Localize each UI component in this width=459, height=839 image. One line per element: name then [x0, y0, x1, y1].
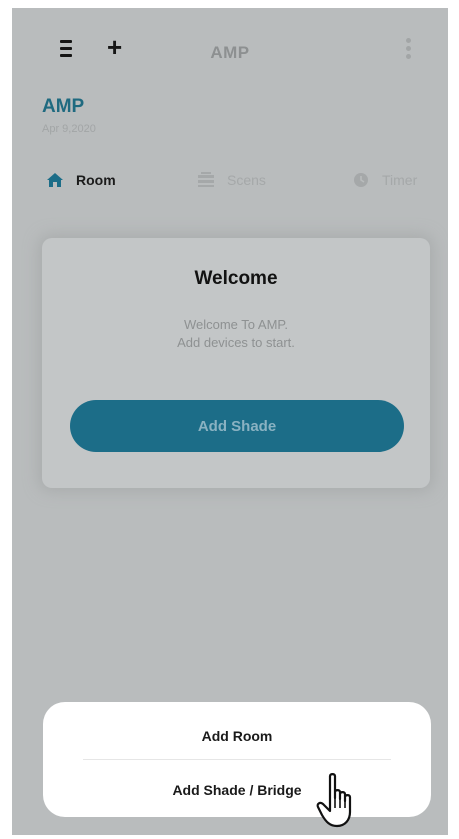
hand-pointer-cursor-icon	[316, 773, 352, 828]
vertical-ellipsis-icon[interactable]	[404, 38, 412, 64]
tab-scenes[interactable]: Scens	[197, 168, 266, 192]
home-date: Apr 9,2020	[42, 123, 96, 135]
tab-timers[interactable]: Timer	[352, 168, 417, 192]
welcome-title: Welcome	[194, 268, 278, 289]
sheet-divider	[83, 759, 391, 760]
welcome-message: Welcome To AMP. Add devices to start.	[42, 316, 430, 352]
tab-room[interactable]: Room	[46, 168, 116, 192]
scenes-icon	[198, 172, 214, 187]
app-title: AMP	[210, 43, 250, 62]
welcome-line-1: Welcome To AMP.	[183, 317, 289, 332]
home-icon	[47, 173, 63, 187]
timer-icon	[354, 173, 368, 187]
add-room-option[interactable]: Add Room	[43, 724, 431, 748]
tab-scenes-label: Scens	[227, 172, 266, 188]
top-bar: + AMP	[12, 8, 448, 88]
add-options-sheet: Add Room Add Shade / Bridge	[43, 702, 431, 817]
welcome-line-2: Add devices to start.	[177, 335, 295, 350]
tab-bar: Room Scens Timer	[12, 168, 448, 198]
welcome-card: Welcome Welcome To AMP. Add devices to s…	[42, 238, 430, 488]
home-name: AMP	[42, 96, 85, 117]
tab-room-label: Room	[76, 172, 116, 188]
tab-timers-label: Timer	[382, 172, 418, 188]
add-shade-button[interactable]: Add Shade	[70, 400, 404, 452]
add-shade-bridge-option[interactable]: Add Shade / Bridge	[43, 778, 431, 802]
